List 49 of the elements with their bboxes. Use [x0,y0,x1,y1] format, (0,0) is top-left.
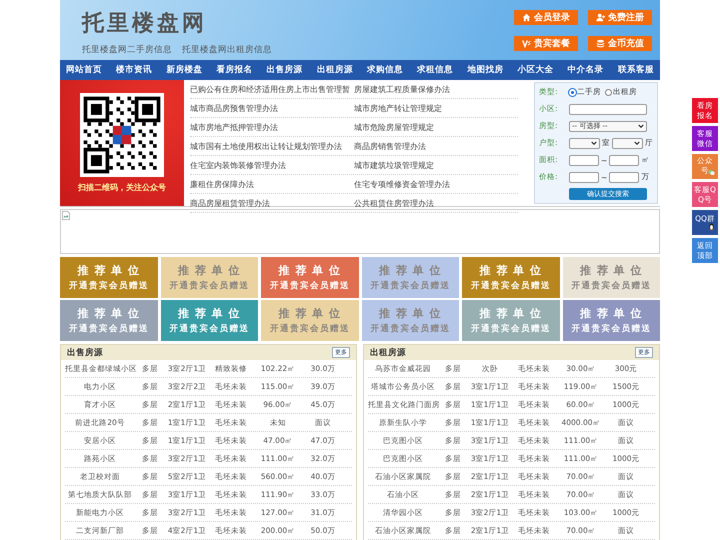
broken-image-icon [62,211,70,220]
nav-link[interactable]: 网站首页 [66,64,102,76]
nav-link[interactable]: 出售房源 [266,64,303,76]
news-link[interactable]: 城市危险房屋管理规定 [354,122,518,132]
news-link[interactable]: 城市国有土地使用权出让转让规划管理办法 [190,140,354,152]
coins-icon [596,38,605,48]
price-min-input[interactable] [569,172,599,182]
nav-link[interactable]: 地图找房 [467,64,504,76]
caret-icon [638,124,644,128]
caret-icon [591,140,597,146]
nav-link[interactable]: 求购信息 [367,64,404,76]
header-link[interactable]: 托里楼盘网二手房信息 [82,44,172,56]
penguin-icon [708,222,714,230]
nav-link[interactable]: 求租信息 [417,64,454,76]
news-link[interactable]: 住宅专项维修资金管理办法 [354,178,518,190]
news-link[interactable]: 已购公有住房和经济适用住房上市出售管理暂 [190,84,354,94]
news-link[interactable]: 商品房屋租赁管理办法 [190,198,354,208]
qr-caption: 扫描二维码，关注公众号 [78,182,166,193]
nav-link[interactable]: 出租房源 [316,64,353,76]
nav-link[interactable]: 楼市资讯 [116,64,152,76]
panel-title: 出租房源 [370,346,406,358]
community-input[interactable] [569,104,647,114]
panel-title: 出售房源 [67,346,103,358]
nav-link[interactable]: 联系客服 [618,64,654,76]
news-link[interactable]: 公共租赁住房管理办法 [354,198,518,208]
nav-link[interactable]: 看房报名 [216,64,253,76]
news-link[interactable]: 廉租住房保障办法 [190,178,354,190]
vip-icon [522,38,531,48]
home-icon [522,12,531,22]
site-logo[interactable]: 托里楼盘网 [82,8,272,38]
user-icon [596,12,605,22]
hall-select[interactable] [612,138,643,148]
news-link[interactable]: 城市建筑垃圾管理规定 [354,160,518,170]
area-max-input[interactable] [609,154,640,166]
price-max-input[interactable] [609,172,640,182]
news-link[interactable]: 房屋建筑工程质量保修办法 [354,84,518,94]
news-link[interactable]: 城市房地产抵押管理办法 [190,122,354,132]
chat-icon [708,169,714,176]
room-select[interactable] [569,138,600,148]
nav-link[interactable]: 小区大全 [518,64,554,76]
header-link[interactable]: 托里楼盘网出租房信息 [182,44,272,56]
news-link[interactable]: 城市房地产转让管理规定 [354,102,518,114]
area-min-input[interactable] [569,154,599,166]
news-link[interactable]: 城市商品房预售管理办法 [190,102,354,114]
nav-link[interactable]: 新房楼盘 [166,64,202,76]
news-link[interactable]: 商品房销售管理办法 [354,140,518,152]
news-link[interactable]: 住宅室内装饰装修管理办法 [190,160,354,170]
nav-link[interactable]: 中介名录 [568,64,604,76]
caret-icon [634,140,640,146]
